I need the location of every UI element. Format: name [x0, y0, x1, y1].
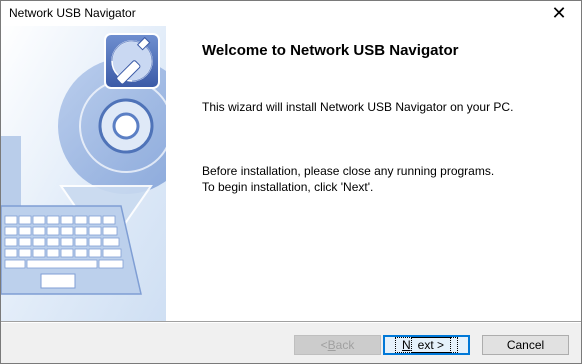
close-icon: ✕: [551, 3, 567, 23]
close-button[interactable]: ✕: [537, 1, 581, 26]
installer-window: Network USB Navigator ✕ Welcome to Netwo…: [0, 0, 582, 364]
usb-navigator-logo: [104, 33, 160, 89]
laptop-disc-illustration: [1, 26, 166, 321]
next-label: Next >: [394, 337, 459, 353]
instructions-text: Before installation, please close any ru…: [202, 163, 494, 195]
title-bar: Network USB Navigator ✕: [1, 1, 581, 26]
button-bar-divider: [1, 321, 581, 323]
instructions-line-2: To begin installation, click 'Next'.: [202, 180, 374, 194]
wizard-content: Welcome to Network USB Navigator This wi…: [166, 26, 581, 321]
back-mnemonic: B: [327, 338, 336, 352]
back-label-rest: ack: [335, 338, 355, 352]
cancel-button[interactable]: Cancel: [482, 335, 569, 355]
back-prefix: <: [320, 338, 328, 352]
back-button[interactable]: < Back: [294, 335, 381, 355]
next-label-rest: ext >: [410, 337, 452, 353]
wizard-side-banner: [1, 26, 166, 321]
window-title: Network USB Navigator: [9, 6, 136, 20]
page-title: Welcome to Network USB Navigator: [202, 42, 459, 59]
intro-text: This wizard will install Network USB Nav…: [202, 100, 514, 114]
instructions-line-1: Before installation, please close any ru…: [202, 164, 495, 178]
next-button[interactable]: Next >: [383, 335, 470, 355]
next-mnemonic: N: [401, 338, 411, 352]
